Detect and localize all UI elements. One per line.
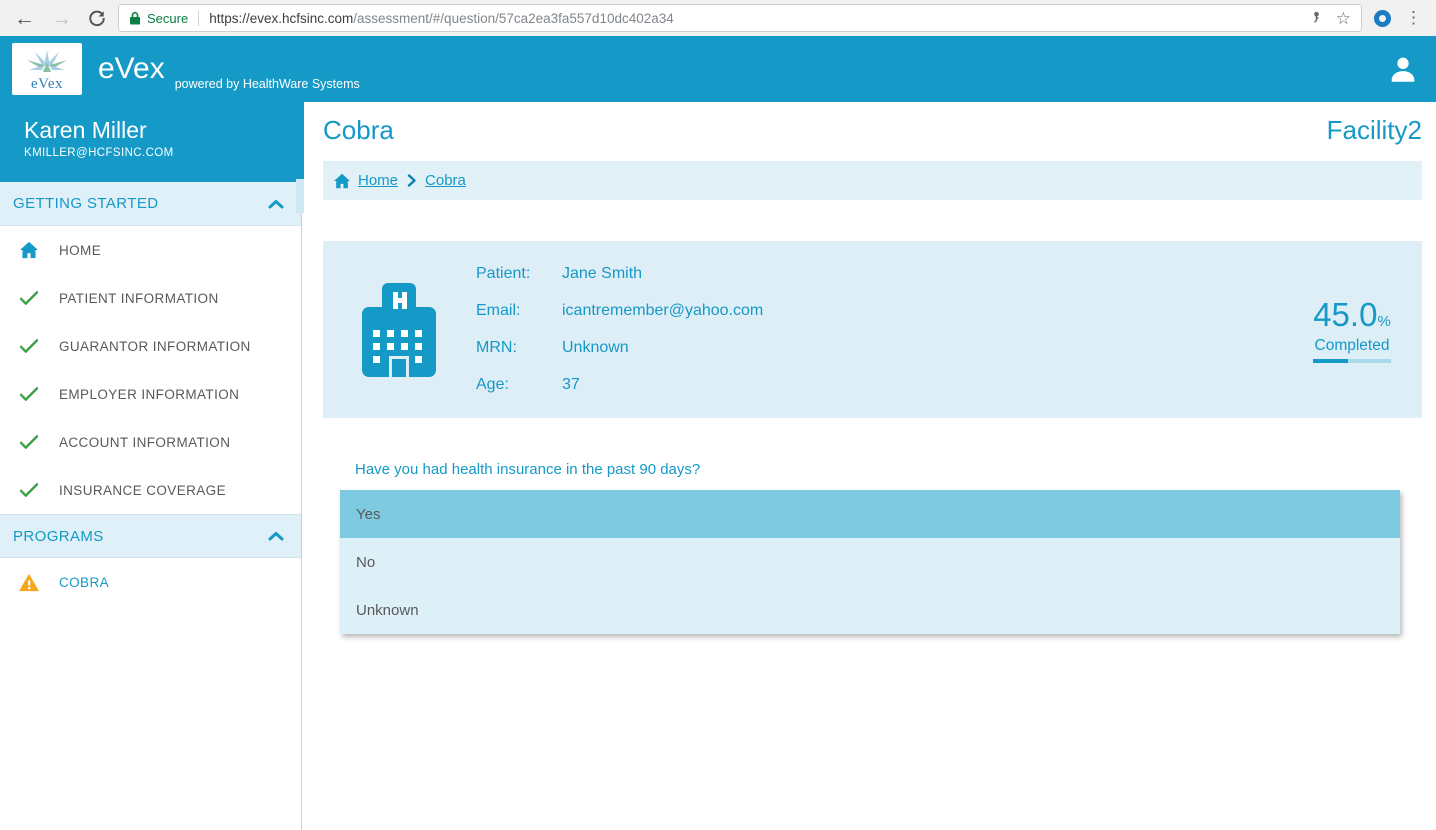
patient-row: Email: icantremember@yahoo.com — [476, 293, 763, 330]
patient-card: Patient: Jane Smith Email: icantremember… — [323, 241, 1422, 418]
forward-icon[interactable]: → — [51, 8, 72, 29]
sidebar-item-label: EMPLOYER INFORMATION — [59, 386, 240, 402]
patient-info: Patient: Jane Smith Email: icantremember… — [476, 256, 763, 404]
patient-row-value: 37 — [562, 376, 580, 393]
progress-percent-sign: % — [1377, 313, 1391, 330]
progress-percent: 45.0 — [1313, 296, 1378, 333]
section-getting-started[interactable]: GETTING STARTED — [0, 182, 301, 226]
option-yes[interactable]: Yes — [340, 490, 1400, 538]
browser-chrome: ← → Secure https://evex.hcfsinc.com/asse… — [0, 0, 1436, 36]
patient-row: Age: 37 — [476, 367, 763, 404]
url-divider — [198, 10, 200, 26]
main-content: Cobra Facility2 Home Cobra Patient: Jane… — [302, 102, 1436, 830]
option-label: No — [356, 553, 376, 571]
chevron-up-icon[interactable] — [268, 199, 284, 209]
url-path: /assessment/#/question/57ca2ea3fa557d10d… — [353, 10, 674, 26]
sidebar-item-employer-information[interactable]: EMPLOYER INFORMATION — [0, 370, 301, 418]
sidebar-item-cobra[interactable]: COBRA — [0, 558, 301, 606]
patient-row-label: MRN: — [476, 339, 517, 356]
patient-row-value: icantremember@yahoo.com — [562, 302, 764, 319]
user-block: Karen Miller KMILLER@HCFSINC.COM — [0, 102, 301, 182]
patient-row-label: Patient: — [476, 265, 531, 282]
extension-icon[interactable] — [1374, 9, 1391, 27]
sidebar-item-label: GUARANTOR INFORMATION — [59, 338, 251, 354]
browser-menu-icon[interactable]: ⋮ — [1405, 8, 1422, 28]
option-no[interactable]: No — [340, 538, 1400, 586]
progress-label: Completed — [1314, 337, 1390, 354]
sidebar-item-insurance-coverage[interactable]: INSURANCE COVERAGE — [0, 466, 301, 514]
user-profile-icon[interactable] — [1386, 52, 1420, 86]
sidebar: Karen Miller KMILLER@HCFSINC.COM GETTING… — [0, 102, 302, 830]
chevron-up-icon[interactable] — [268, 531, 284, 541]
breadcrumb-home-icon[interactable] — [333, 173, 351, 189]
section-label: PROGRAMS — [13, 527, 104, 545]
sidebar-item-label: ACCOUNT INFORMATION — [59, 434, 231, 450]
hospital-icon — [356, 280, 442, 380]
patient-row: Patient: Jane Smith — [476, 256, 763, 293]
check-icon — [14, 482, 44, 498]
sidebar-item-patient-information[interactable]: PATIENT INFORMATION — [0, 274, 301, 322]
back-icon[interactable]: ← — [14, 8, 35, 29]
url-text[interactable]: https://evex.hcfsinc.com/assessment/#/qu… — [209, 11, 1301, 26]
answer-options: Yes No Unknown — [340, 490, 1400, 634]
logo-text: eVex — [31, 75, 63, 92]
warning-icon — [14, 573, 44, 592]
check-icon — [14, 386, 44, 402]
sidebar-item-label: HOME — [59, 242, 102, 258]
facility-label: Facility2 — [1326, 115, 1422, 145]
patient-row-label: Email: — [476, 302, 521, 319]
sidebar-item-home[interactable]: HOME — [0, 226, 301, 274]
patient-row-value: Unknown — [562, 339, 629, 356]
user-name: Karen Miller — [24, 117, 147, 143]
option-label: Yes — [356, 505, 381, 523]
sidebar-item-guarantor-information[interactable]: GUARANTOR INFORMATION — [0, 322, 301, 370]
patient-row: MRN: Unknown — [476, 330, 763, 367]
app-header: eVex eVex powered by HealthWare Systems — [0, 36, 1436, 102]
url-domain: https://evex.hcfsinc.com — [209, 10, 354, 26]
progress-bar — [1313, 359, 1391, 363]
progress-block: 45.0% Completed — [1313, 296, 1391, 363]
section-programs[interactable]: PROGRAMS — [0, 514, 301, 558]
password-key-icon[interactable] — [1309, 11, 1324, 26]
main-scrollbar-track[interactable] — [296, 179, 304, 213]
patient-row-value: Jane Smith — [562, 265, 643, 282]
breadcrumb: Home Cobra — [323, 161, 1422, 200]
breadcrumb-separator-icon — [407, 174, 416, 187]
breadcrumb-home-link[interactable]: Home — [358, 172, 398, 189]
bookmark-star-icon[interactable]: ☆ — [1336, 10, 1351, 27]
progress-fill — [1313, 359, 1349, 363]
check-icon — [14, 290, 44, 306]
lock-icon — [129, 11, 141, 25]
question-text: Have you had health insurance in the pas… — [355, 461, 701, 478]
sidebar-item-label: PATIENT INFORMATION — [59, 290, 219, 306]
sidebar-item-label: COBRA — [59, 574, 110, 590]
section-label: GETTING STARTED — [13, 195, 159, 212]
option-unknown[interactable]: Unknown — [340, 586, 1400, 634]
check-icon — [14, 434, 44, 450]
sidebar-item-label: INSURANCE COVERAGE — [59, 482, 226, 498]
brand-tagline: powered by HealthWare Systems — [174, 77, 360, 91]
evex-logo: eVex — [12, 43, 82, 95]
main-scrollbar-thumb[interactable] — [296, 102, 304, 179]
home-icon — [14, 241, 44, 259]
page-title: Cobra — [323, 115, 394, 145]
user-email: KMILLER@HCFSINC.COM — [24, 147, 174, 159]
brand-name: eVex — [98, 52, 165, 85]
starburst-icon — [27, 49, 67, 72]
sidebar-item-account-information[interactable]: ACCOUNT INFORMATION — [0, 418, 301, 466]
check-icon — [14, 338, 44, 354]
patient-row-label: Age: — [476, 376, 509, 393]
refresh-icon[interactable] — [88, 9, 106, 27]
breadcrumb-current-link[interactable]: Cobra — [425, 172, 466, 189]
secure-label: Secure — [147, 10, 189, 26]
url-bar[interactable]: Secure https://evex.hcfsinc.com/assessme… — [118, 4, 1362, 32]
option-label: Unknown — [356, 601, 419, 619]
